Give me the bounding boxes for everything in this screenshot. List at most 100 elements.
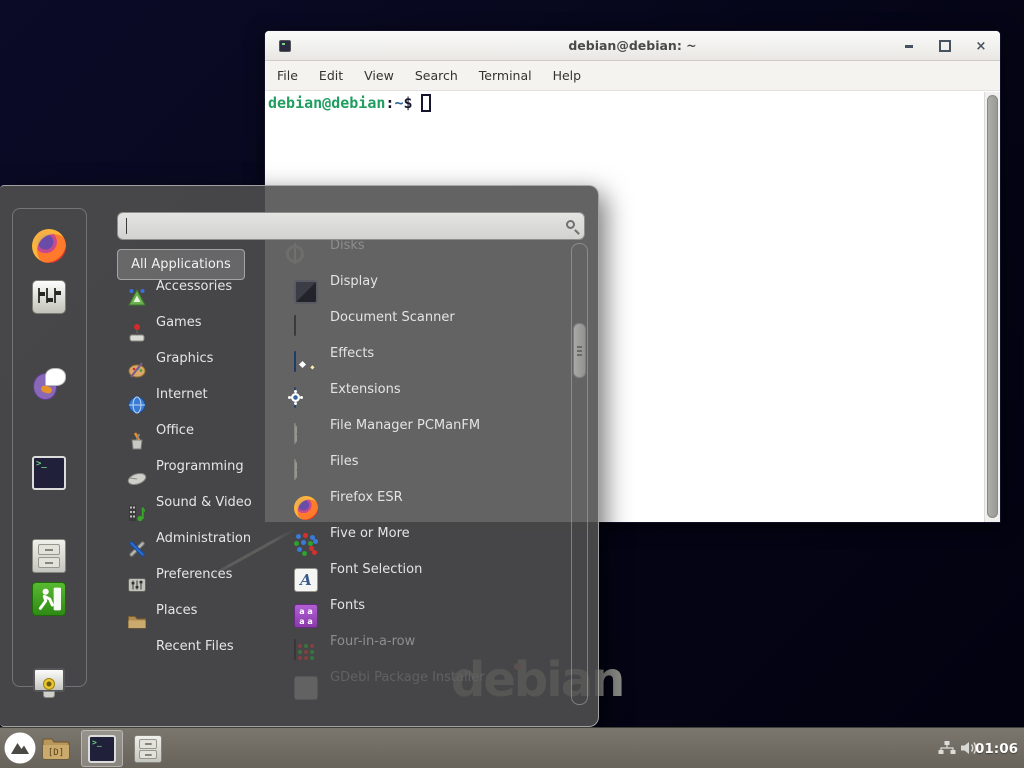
- app-label: Effects: [330, 346, 374, 361]
- sound-video-icon: [126, 502, 148, 524]
- games-icon: [126, 322, 148, 344]
- category-programming[interactable]: Programming: [117, 459, 282, 495]
- app-row-five-or-more[interactable]: Five or More: [285, 526, 567, 562]
- category-preferences[interactable]: Preferences: [117, 567, 282, 603]
- category-games[interactable]: Games: [117, 315, 282, 351]
- menu-button[interactable]: [4, 732, 36, 764]
- category-accessories[interactable]: Accessories: [117, 279, 282, 315]
- app-row-extensions[interactable]: Extensions: [285, 382, 567, 418]
- category-graphics[interactable]: Graphics: [117, 351, 282, 387]
- app-label: Firefox ESR: [330, 490, 403, 505]
- prompt-user-host: debian@debian: [268, 94, 385, 112]
- category-label: Office: [156, 423, 194, 438]
- folder-d-button[interactable]: [D]: [40, 732, 72, 764]
- category-sound-video[interactable]: Sound & Video: [117, 495, 282, 531]
- window-controls: ×: [902, 31, 988, 61]
- app-label: Four-in-a-row: [330, 634, 415, 649]
- menu-view[interactable]: View: [364, 68, 394, 83]
- app-row-four-in-a-row[interactable]: Four-in-a-row: [285, 634, 567, 670]
- padlock-icon: [43, 678, 55, 690]
- terminal-scrollbar-thumb[interactable]: [987, 95, 998, 518]
- terminal-icon: [88, 735, 116, 763]
- accessories-icon: [126, 286, 148, 308]
- menu-search[interactable]: Search: [415, 68, 458, 83]
- app-row-gdebi[interactable]: GDebi Package Installer: [285, 670, 567, 706]
- category-label: Internet: [156, 387, 208, 402]
- app-row-font-selection[interactable]: Font Selection: [285, 562, 567, 598]
- category-label: Places: [156, 603, 197, 618]
- terminal-menubar: File Edit View Search Terminal Help: [265, 61, 1000, 91]
- category-administration[interactable]: Administration: [117, 531, 282, 567]
- category-label: Graphics: [156, 351, 213, 366]
- file-manager-icon[interactable]: [32, 539, 66, 573]
- app-row-fonts[interactable]: Fonts: [285, 598, 567, 634]
- terminal-window-button[interactable]: [81, 730, 123, 767]
- files-icon: [294, 459, 296, 480]
- extensions-icon: [294, 387, 296, 408]
- places-icon: [126, 610, 148, 632]
- administration-icon: [126, 538, 148, 560]
- category-recent-files[interactable]: Recent Files: [117, 639, 282, 675]
- terminal-titlebar[interactable]: debian@debian: ~ ×: [265, 31, 1000, 61]
- app-label: Document Scanner: [330, 310, 455, 325]
- app-row-file-manager[interactable]: File Manager PCManFM: [285, 418, 567, 454]
- app-label: GDebi Package Installer: [330, 670, 485, 685]
- app-row-files[interactable]: Files: [285, 454, 567, 490]
- taskbar: [D] 01:06: [0, 727, 1024, 768]
- taskbar-clock[interactable]: 01:06: [975, 728, 1018, 768]
- network-icon[interactable]: [938, 740, 956, 756]
- app-label: Disks: [330, 238, 365, 253]
- file-manager-button[interactable]: [134, 735, 162, 763]
- effects-icon: [294, 351, 296, 372]
- control-panel-icon[interactable]: [32, 280, 66, 314]
- maximize-icon[interactable]: [938, 39, 952, 53]
- all-applications-button[interactable]: All Applications: [117, 249, 245, 280]
- app-label: Files: [330, 454, 359, 469]
- app-row-document-scanner[interactable]: Document Scanner: [285, 310, 567, 346]
- internet-icon: [126, 394, 148, 416]
- terminal-icon[interactable]: [32, 456, 66, 490]
- app-row-effects[interactable]: Effects: [285, 346, 567, 382]
- programming-icon: [126, 466, 148, 488]
- category-label: Recent Files: [156, 639, 234, 654]
- graphics-icon: [126, 358, 148, 380]
- lock-screen-icon[interactable]: [32, 666, 66, 700]
- svg-text:[D]: [D]: [48, 748, 64, 758]
- app-label: Display: [330, 274, 378, 289]
- app-row-display[interactable]: Display: [285, 274, 567, 310]
- app-label: Font Selection: [330, 562, 422, 577]
- terminal-scrollbar[interactable]: [984, 92, 1000, 522]
- minimize-icon[interactable]: [902, 39, 916, 53]
- display-icon: [294, 280, 318, 304]
- menu-scrollbar-track[interactable]: [571, 243, 588, 705]
- terminal-cursor: [421, 94, 431, 112]
- category-places[interactable]: Places: [117, 603, 282, 639]
- terminal-title: debian@debian: ~: [265, 38, 1000, 53]
- menu-scrollbar-thumb[interactable]: [573, 323, 586, 378]
- menu-terminal[interactable]: Terminal: [479, 68, 532, 83]
- menu-help[interactable]: Help: [553, 68, 582, 83]
- menu-file[interactable]: File: [277, 68, 298, 83]
- search-input[interactable]: [117, 212, 585, 240]
- pidgin-beak: [40, 384, 53, 394]
- close-icon[interactable]: ×: [974, 39, 988, 53]
- firefox-icon[interactable]: [32, 229, 66, 263]
- pidgin-icon[interactable]: [32, 367, 66, 401]
- category-internet[interactable]: Internet: [117, 387, 282, 423]
- fonts-icon: [294, 604, 318, 628]
- four-in-a-row-icon: [294, 639, 296, 660]
- category-label: Sound & Video: [156, 495, 252, 510]
- logout-icon[interactable]: [32, 582, 66, 616]
- disks-icon: [294, 243, 296, 264]
- category-label: Administration: [156, 531, 251, 546]
- category-label: Accessories: [156, 279, 232, 294]
- firefox-icon: [294, 496, 318, 520]
- category-label: Games: [156, 315, 201, 330]
- category-office[interactable]: Office: [117, 423, 282, 459]
- gdebi-icon: [294, 676, 318, 700]
- menu-edit[interactable]: Edit: [319, 68, 343, 83]
- app-row-firefox-esr[interactable]: Firefox ESR: [285, 490, 567, 526]
- app-label: Five or More: [330, 526, 410, 541]
- app-row-disks[interactable]: Disks: [285, 238, 567, 274]
- search-icon: [566, 220, 575, 229]
